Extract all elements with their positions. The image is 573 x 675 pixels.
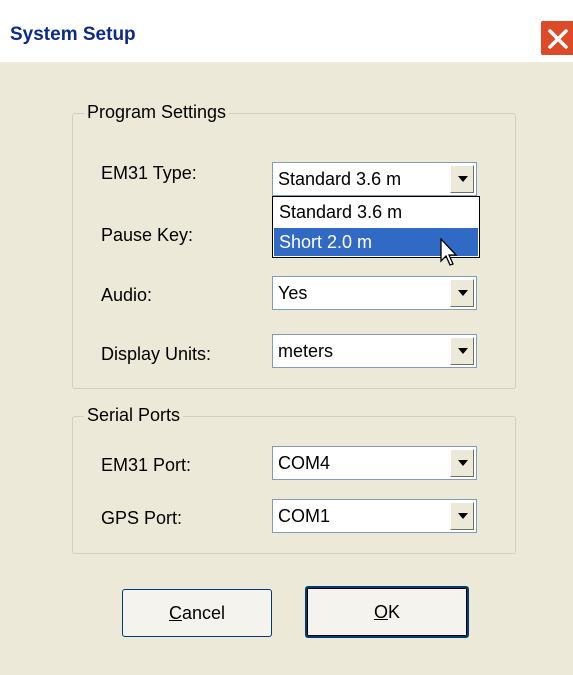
chevron-down-icon (458, 513, 468, 519)
em31-type-value: Standard 3.6 m (278, 169, 402, 189)
chevron-down-icon (458, 348, 468, 354)
serial-ports-legend: Serial Ports (84, 405, 184, 426)
em31-port-dropdown-button[interactable] (450, 449, 474, 477)
pause-key-label: Pause Key: (101, 225, 194, 245)
em31-type-label: EM31 Type: (101, 163, 197, 183)
chevron-down-icon (458, 290, 468, 296)
ok-button[interactable]: OK (305, 586, 469, 638)
gps-port-value: COM1 (278, 506, 331, 526)
dialog-title: System Setup (10, 24, 136, 45)
mouse-pointer-icon (440, 238, 458, 266)
em31-port-label: EM31 Port: (101, 455, 192, 475)
display-units-dropdown-button[interactable] (450, 337, 474, 365)
audio-select[interactable]: Yes (272, 276, 477, 310)
display-units-label: Display Units: (101, 344, 212, 364)
cancel-mnemonic: C (168, 603, 182, 623)
em31-port-value: COM4 (278, 453, 331, 473)
em31-type-option-standard[interactable]: Standard 3.6 m (274, 198, 478, 226)
chevron-down-icon (458, 460, 468, 466)
ok-mnemonic: O (373, 602, 388, 622)
ok-label: K (388, 602, 401, 622)
gps-port-select[interactable]: COM1 (272, 499, 477, 533)
audio-dropdown-button[interactable] (450, 279, 474, 307)
audio-label: Audio: (101, 285, 153, 305)
audio-value: Yes (278, 283, 308, 303)
gps-port-dropdown-button[interactable] (450, 502, 474, 530)
chevron-down-icon (458, 176, 468, 182)
cancel-label: ancel (181, 603, 226, 623)
em31-port-select[interactable]: COM4 (272, 446, 477, 480)
display-units-value: meters (278, 341, 334, 361)
em31-type-select[interactable]: Standard 3.6 m (272, 162, 477, 196)
em31-type-dropdown-button[interactable] (450, 165, 474, 193)
system-setup-dialog: System Setup Program Settings EM31 Type:… (0, 0, 573, 675)
program-settings-legend: Program Settings (84, 102, 230, 123)
display-units-select[interactable]: meters (272, 334, 477, 368)
close-icon (548, 29, 568, 49)
gps-port-label: GPS Port: (101, 508, 183, 528)
cancel-button[interactable]: Cancel (122, 589, 272, 637)
serial-ports-group (72, 416, 516, 554)
close-button[interactable] (540, 20, 573, 56)
